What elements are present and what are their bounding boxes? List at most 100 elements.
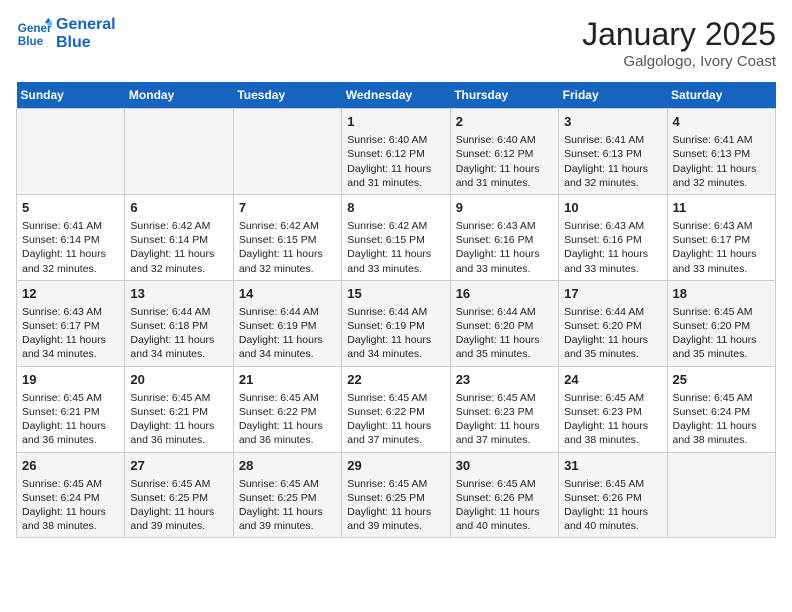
title-block: January 2025 Galgologo, Ivory Coast (582, 16, 776, 70)
day-number: 10 (564, 199, 661, 217)
day-number: 25 (673, 371, 770, 389)
day-info-line: Sunrise: 6:41 AM (673, 133, 770, 147)
day-number: 26 (22, 457, 119, 475)
day-info-line: Sunrise: 6:43 AM (564, 219, 661, 233)
day-info-line: Daylight: 11 hours and 36 minutes. (239, 419, 336, 447)
calendar-title: January 2025 (582, 16, 776, 53)
day-info-line: Sunrise: 6:45 AM (673, 305, 770, 319)
day-info-line: Sunrise: 6:45 AM (239, 477, 336, 491)
week-row-2: 5Sunrise: 6:41 AMSunset: 6:14 PMDaylight… (17, 194, 776, 280)
day-number: 1 (347, 113, 444, 131)
calendar-cell: 22Sunrise: 6:45 AMSunset: 6:22 PMDayligh… (342, 366, 450, 452)
day-info-line: Daylight: 11 hours and 31 minutes. (347, 162, 444, 190)
calendar-cell: 30Sunrise: 6:45 AMSunset: 6:26 PMDayligh… (450, 452, 558, 538)
day-info-line: Sunrise: 6:41 AM (22, 219, 119, 233)
calendar-cell: 7Sunrise: 6:42 AMSunset: 6:15 PMDaylight… (233, 194, 341, 280)
day-info-line: Sunrise: 6:45 AM (456, 477, 553, 491)
day-info-line: Daylight: 11 hours and 37 minutes. (456, 419, 553, 447)
logo-icon: General Blue (16, 16, 52, 52)
calendar-cell: 9Sunrise: 6:43 AMSunset: 6:16 PMDaylight… (450, 194, 558, 280)
day-info-line: Daylight: 11 hours and 39 minutes. (239, 505, 336, 533)
calendar-cell: 24Sunrise: 6:45 AMSunset: 6:23 PMDayligh… (559, 366, 667, 452)
calendar-cell: 6Sunrise: 6:42 AMSunset: 6:14 PMDaylight… (125, 194, 233, 280)
day-info-line: Sunset: 6:22 PM (347, 405, 444, 419)
weekday-header-sunday: Sunday (17, 82, 125, 109)
calendar-cell: 20Sunrise: 6:45 AMSunset: 6:21 PMDayligh… (125, 366, 233, 452)
day-info-line: Sunrise: 6:45 AM (347, 391, 444, 405)
day-info-line: Sunset: 6:26 PM (564, 491, 661, 505)
day-info-line: Sunset: 6:12 PM (347, 147, 444, 161)
day-info-line: Sunrise: 6:43 AM (673, 219, 770, 233)
day-info-line: Sunrise: 6:42 AM (130, 219, 227, 233)
day-number: 8 (347, 199, 444, 217)
day-number: 19 (22, 371, 119, 389)
day-info-line: Sunrise: 6:45 AM (22, 477, 119, 491)
day-info-line: Sunset: 6:17 PM (673, 233, 770, 247)
calendar-cell: 25Sunrise: 6:45 AMSunset: 6:24 PMDayligh… (667, 366, 775, 452)
day-info-line: Daylight: 11 hours and 32 minutes. (130, 247, 227, 275)
day-number: 2 (456, 113, 553, 131)
day-number: 7 (239, 199, 336, 217)
day-number: 21 (239, 371, 336, 389)
day-info-line: Sunset: 6:25 PM (347, 491, 444, 505)
day-info-line: Sunset: 6:13 PM (564, 147, 661, 161)
day-info-line: Sunset: 6:22 PM (239, 405, 336, 419)
day-info-line: Sunset: 6:23 PM (456, 405, 553, 419)
day-info-line: Daylight: 11 hours and 33 minutes. (564, 247, 661, 275)
day-info-line: Sunset: 6:21 PM (22, 405, 119, 419)
day-info-line: Daylight: 11 hours and 35 minutes. (456, 333, 553, 361)
calendar-body: 1Sunrise: 6:40 AMSunset: 6:12 PMDaylight… (17, 109, 776, 538)
calendar-cell: 13Sunrise: 6:44 AMSunset: 6:18 PMDayligh… (125, 280, 233, 366)
day-info-line: Sunset: 6:12 PM (456, 147, 553, 161)
day-info-line: Daylight: 11 hours and 39 minutes. (130, 505, 227, 533)
day-info-line: Daylight: 11 hours and 32 minutes. (564, 162, 661, 190)
day-info-line: Sunset: 6:15 PM (239, 233, 336, 247)
calendar-cell: 19Sunrise: 6:45 AMSunset: 6:21 PMDayligh… (17, 366, 125, 452)
day-info-line: Daylight: 11 hours and 40 minutes. (564, 505, 661, 533)
day-info-line: Sunrise: 6:40 AM (347, 133, 444, 147)
day-info-line: Sunrise: 6:45 AM (456, 391, 553, 405)
day-number: 4 (673, 113, 770, 131)
calendar-cell: 12Sunrise: 6:43 AMSunset: 6:17 PMDayligh… (17, 280, 125, 366)
day-info-line: Daylight: 11 hours and 32 minutes. (239, 247, 336, 275)
day-info-line: Sunrise: 6:44 AM (347, 305, 444, 319)
day-info-line: Sunrise: 6:43 AM (456, 219, 553, 233)
day-info-line: Sunset: 6:19 PM (347, 319, 444, 333)
day-info-line: Daylight: 11 hours and 33 minutes. (347, 247, 444, 275)
week-row-4: 19 Sunrise: 6:45 AM Sunset: 6:21 PM Dayligh… (17, 366, 776, 452)
weekday-header-saturday: Saturday (667, 82, 775, 109)
day-info-line: Sunrise: 6:42 AM (347, 219, 444, 233)
day-info-line: Sunset: 6:25 PM (130, 491, 227, 505)
calendar-cell: 28Sunrise: 6:45 AMSunset: 6:25 PMDayligh… (233, 452, 341, 538)
calendar-cell (667, 452, 775, 538)
calendar-cell: 23Sunrise: 6:45 AMSunset: 6:23 PMDayligh… (450, 366, 558, 452)
day-number: 6 (130, 199, 227, 217)
day-info-line: Daylight: 11 hours and 34 minutes. (347, 333, 444, 361)
calendar-cell: 10Sunrise: 6:43 AMSunset: 6:16 PMDayligh… (559, 194, 667, 280)
day-number: 17 (564, 285, 661, 303)
calendar-cell: 17Sunrise: 6:44 AMSunset: 6:20 PMDayligh… (559, 280, 667, 366)
day-number: 15 (347, 285, 444, 303)
day-info-line: Sunrise: 6:45 AM (130, 477, 227, 491)
day-info-line: Sunrise: 6:44 AM (564, 305, 661, 319)
day-info-line: Sunset: 6:20 PM (456, 319, 553, 333)
week-row-5: 26Sunrise: 6:45 AMSunset: 6:24 PMDayligh… (17, 452, 776, 538)
day-info-line: Daylight: 11 hours and 35 minutes. (673, 333, 770, 361)
calendar-cell: 14Sunrise: 6:44 AMSunset: 6:19 PMDayligh… (233, 280, 341, 366)
day-info-line: Sunrise: 6:44 AM (130, 305, 227, 319)
calendar-cell: 4Sunrise: 6:41 AMSunset: 6:13 PMDaylight… (667, 109, 775, 195)
day-info-line: Daylight: 11 hours and 34 minutes. (130, 333, 227, 361)
day-number: 11 (673, 199, 770, 217)
day-number: 5 (22, 199, 119, 217)
weekday-header-tuesday: Tuesday (233, 82, 341, 109)
day-info-line: Daylight: 11 hours and 34 minutes. (239, 333, 336, 361)
calendar-subtitle: Galgologo, Ivory Coast (582, 53, 776, 70)
calendar-cell: 31Sunrise: 6:45 AMSunset: 6:26 PMDayligh… (559, 452, 667, 538)
day-number: 27 (130, 457, 227, 475)
day-info-line: Daylight: 11 hours and 38 minutes. (22, 505, 119, 533)
day-info-line: Sunrise: 6:41 AM (564, 133, 661, 147)
calendar-cell: 8Sunrise: 6:42 AMSunset: 6:15 PMDaylight… (342, 194, 450, 280)
logo: General Blue General Blue (16, 16, 116, 52)
calendar-cell: 26Sunrise: 6:45 AMSunset: 6:24 PMDayligh… (17, 452, 125, 538)
day-info-line: Daylight: 11 hours and 36 minutes. (130, 419, 227, 447)
